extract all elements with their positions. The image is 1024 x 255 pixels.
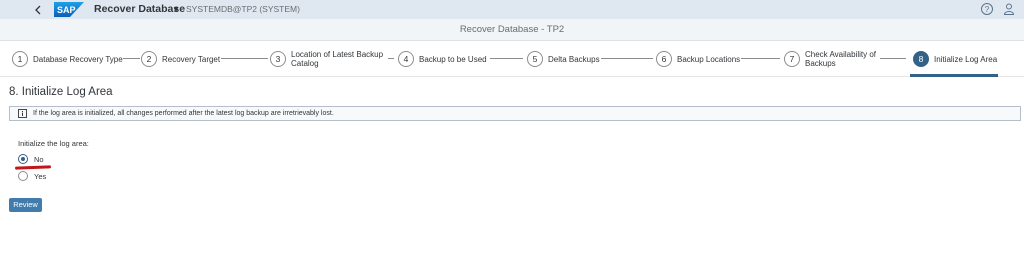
step-number: 3 (270, 51, 286, 67)
svg-text:?: ? (985, 5, 990, 14)
wizard-step-7[interactable]: 7 Check Availability of Backups (784, 50, 876, 68)
radio-option-yes[interactable]: Yes (18, 170, 46, 182)
step-connector (741, 58, 780, 59)
chevron-left-icon (35, 5, 41, 14)
user-icon[interactable] (1002, 2, 1016, 16)
step-label-line1: Check Availability of (805, 50, 876, 59)
step-number: 1 (12, 51, 28, 67)
step-number: 5 (527, 51, 543, 67)
step-number: 4 (398, 51, 414, 67)
step-label-line1: Location of Latest Backup (291, 50, 384, 59)
step-label: Backup Locations (677, 54, 741, 64)
info-message-strip: If the log area is initialized, all chan… (9, 106, 1021, 121)
wizard-step-8[interactable]: 8 Initialize Log Area (913, 50, 997, 68)
radio-option-no[interactable]: No (18, 153, 44, 165)
help-icon[interactable]: ? (980, 2, 994, 16)
info-message-text: If the log area is initialized, all chan… (33, 109, 334, 117)
step-number: 6 (656, 51, 672, 67)
wizard-step-2[interactable]: 2 Recovery Target (141, 50, 220, 68)
wizard-progress: 1 Database Recovery Type 2 Recovery Targ… (0, 41, 1024, 77)
step-label: Check Availability of Backups (805, 50, 876, 68)
step-label: Location of Latest Backup Catalog (291, 50, 383, 68)
wizard-step-3[interactable]: 3 Location of Latest Backup Catalog (270, 50, 383, 68)
radio-button-no[interactable] (18, 154, 28, 164)
info-icon (18, 109, 27, 118)
page-title: Recover Database - TP2 (459, 24, 565, 35)
step-label: Recovery Target (162, 54, 221, 64)
step-number: 8 (913, 51, 929, 67)
step-connector (490, 58, 523, 59)
step-connector (880, 58, 906, 59)
chevron-down-icon[interactable]: ▼ (172, 2, 180, 17)
step-connector (123, 58, 140, 59)
sap-logo: SAP (54, 2, 84, 17)
step-number: 2 (141, 51, 157, 67)
step-label: Initialize Log Area (934, 54, 998, 64)
wizard-step-1[interactable]: 1 Database Recovery Type (12, 50, 123, 68)
step-connector (601, 58, 653, 59)
wizard-step-6[interactable]: 6 Backup Locations (656, 50, 740, 68)
page-header: Recover Database - TP2 (0, 19, 1024, 41)
back-button[interactable] (28, 0, 48, 19)
radio-label-no[interactable]: No (34, 155, 44, 164)
wizard-step-5[interactable]: 5 Delta Backups (527, 50, 600, 68)
step-label-line2: Backups (805, 59, 836, 68)
sap-logo-text: SAP (57, 5, 76, 15)
step-label: Delta Backups (548, 54, 600, 64)
step-connector (388, 58, 394, 59)
radio-button-yes[interactable] (18, 171, 28, 181)
section-title: 8. Initialize Log Area (9, 86, 113, 98)
shell-bar: SAP Recover Database ▼ SYSTEMDB@TP2 (SYS… (0, 0, 1024, 19)
step-number: 7 (784, 51, 800, 67)
wizard-step-4[interactable]: 4 Backup to be Used (398, 50, 487, 68)
step-label: Database Recovery Type (33, 54, 123, 64)
system-label: SYSTEMDB@TP2 (SYSTEM) (186, 4, 300, 14)
radio-label-yes[interactable]: Yes (34, 172, 46, 181)
review-button[interactable]: Review (9, 198, 42, 212)
annotation-underline (14, 165, 52, 170)
active-step-indicator (910, 74, 998, 77)
step-label: Backup to be Used (419, 54, 487, 64)
step-label-line2: Catalog (291, 59, 319, 68)
step-connector (221, 58, 268, 59)
log-area-field-label: Initialize the log area: (18, 139, 89, 148)
